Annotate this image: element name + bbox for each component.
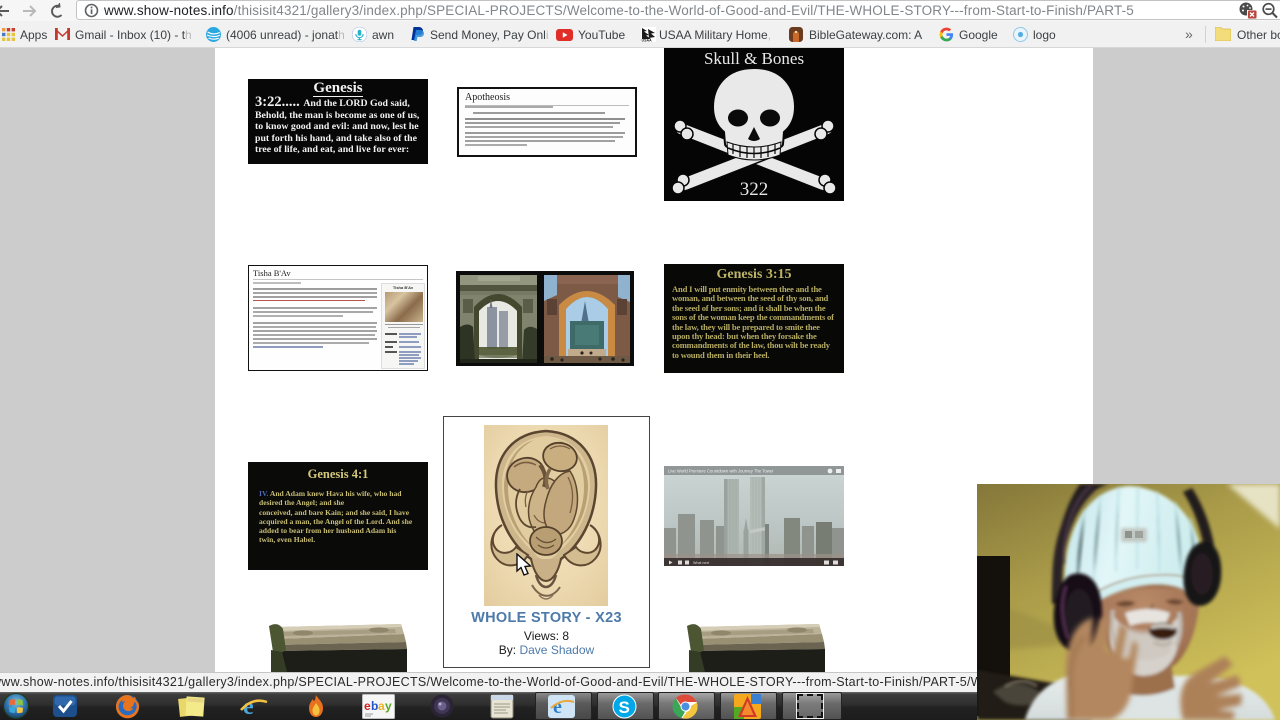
svg-text:S: S: [619, 698, 630, 717]
svg-text:322: 322: [740, 179, 769, 200]
svg-text:e: e: [364, 699, 371, 713]
svg-text:Live World Premiere Countdown: Live World Premiere Countdown with Journ…: [668, 469, 774, 474]
svg-text:What next: What next: [693, 561, 709, 565]
svg-text:a: a: [378, 699, 385, 713]
svg-text:Skull & Bones: Skull & Bones: [704, 49, 804, 68]
svg-text:e: e: [553, 696, 562, 718]
svg-text:y: y: [385, 699, 392, 713]
